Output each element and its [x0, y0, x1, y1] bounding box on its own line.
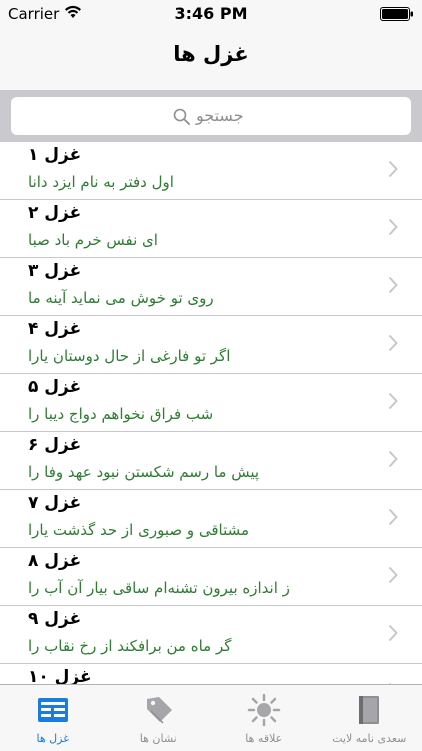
tab-favorites[interactable]: علاقه ها: [211, 685, 317, 751]
tag-icon: [141, 693, 175, 727]
clock: 3:46 PM: [0, 4, 422, 23]
ghazal-first-line: روی تو خوش می نماید آینه ما: [28, 289, 214, 307]
list-item[interactable]: غزل ۱ اول دفتر به نام ایزد دانا: [0, 142, 422, 200]
chevron-right-icon: [388, 160, 398, 178]
ghazal-number: غزل ۷: [28, 493, 81, 513]
list-item[interactable]: غزل ۵ شب فراق نخواهم دواج دیبا را: [0, 374, 422, 432]
ghazal-number: غزل ۴: [28, 319, 81, 339]
ghazal-list[interactable]: غزل ۱ اول دفتر به نام ایزد دانا غزل ۲ ای نف…: [0, 142, 422, 684]
ghazal-first-line: شب فراق نخواهم دواج دیبا را: [28, 405, 213, 423]
ghazal-first-line: گر ماه من برافکند از رخ نقاب را: [28, 637, 231, 655]
battery-icon: [380, 7, 414, 21]
tab-label: سعدی نامه لایت: [317, 732, 422, 745]
list-item[interactable]: غزل ۹ گر ماه من برافکند از رخ نقاب را: [0, 606, 422, 664]
chevron-right-icon: [388, 508, 398, 526]
status-bar: Carrier 3:46 PM: [0, 0, 422, 28]
ghazal-first-line: ز اندازه بیرون تشنه‌ام ساقی بیار آن آب ر…: [28, 579, 290, 597]
chevron-right-icon: [388, 276, 398, 294]
list-item[interactable]: غزل ۷ مشتاقی و صبوری از حد گذشت یارا: [0, 490, 422, 548]
list-item[interactable]: غزل ۴ اگر تو فارغی از حال دوستان یارا: [0, 316, 422, 374]
page-title: غزل ها: [0, 42, 422, 66]
search-input[interactable]: جستجو: [11, 97, 411, 135]
search-bar: جستجو: [0, 91, 422, 142]
chevron-right-icon: [388, 334, 398, 352]
ghazal-first-line: اگر تو فارغی از حال دوستان یارا: [28, 347, 230, 365]
tab-bookmarks[interactable]: نشان ها: [106, 685, 212, 751]
ghazal-first-line: اول دفتر به نام ایزد دانا: [28, 173, 174, 191]
search-placeholder: جستجو: [196, 106, 244, 125]
chevron-right-icon: [388, 218, 398, 236]
ghazal-number: غزل ۱: [28, 145, 81, 165]
tab-label: نشان ها: [106, 732, 212, 745]
ghazal-number: غزل ۲: [28, 203, 81, 223]
ghazal-number: غزل ۳: [28, 261, 81, 281]
ghazal-first-line: پیش ما رسم شکستن نبود عهد وفا را: [28, 463, 259, 481]
list-item[interactable]: غزل ۲ ای نفس خرم باد صبا: [0, 200, 422, 258]
sun-icon: [247, 693, 281, 727]
tab-label: غزل ها: [0, 732, 106, 745]
tab-ghazals[interactable]: غزل ها: [0, 685, 106, 751]
book-icon: [352, 693, 386, 727]
search-icon: [173, 108, 190, 125]
ghazal-number: غزل ۶: [28, 435, 81, 455]
navigation-bar: غزل ها: [0, 28, 422, 91]
ghazal-number: غزل ۱۰: [28, 667, 92, 684]
list-icon: [36, 693, 70, 727]
ghazal-first-line: ای نفس خرم باد صبا: [28, 231, 158, 249]
tab-bar: غزل هانشان هاعلاقه هاسعدی نامه لایت: [0, 684, 422, 751]
ghazal-number: غزل ۹: [28, 609, 81, 629]
chevron-right-icon: [388, 624, 398, 642]
ghazal-first-line: مشتاقی و صبوری از حد گذشت یارا: [28, 521, 249, 539]
list-item[interactable]: غزل ۸ ز اندازه بیرون تشنه‌ام ساقی بیار آن…: [0, 548, 422, 606]
ghazal-number: غزل ۵: [28, 377, 81, 397]
tab-saadi-nameh-lite[interactable]: سعدی نامه لایت: [317, 685, 422, 751]
tab-label: علاقه ها: [211, 732, 317, 745]
chevron-right-icon: [388, 392, 398, 410]
ghazal-number: غزل ۸: [28, 551, 81, 571]
list-item[interactable]: غزل ۱۰: [0, 664, 422, 684]
chevron-right-icon: [388, 450, 398, 468]
chevron-right-icon: [388, 566, 398, 584]
list-item[interactable]: غزل ۳ روی تو خوش می نماید آینه ما: [0, 258, 422, 316]
list-item[interactable]: غزل ۶ پیش ما رسم شکستن نبود عهد وفا را: [0, 432, 422, 490]
